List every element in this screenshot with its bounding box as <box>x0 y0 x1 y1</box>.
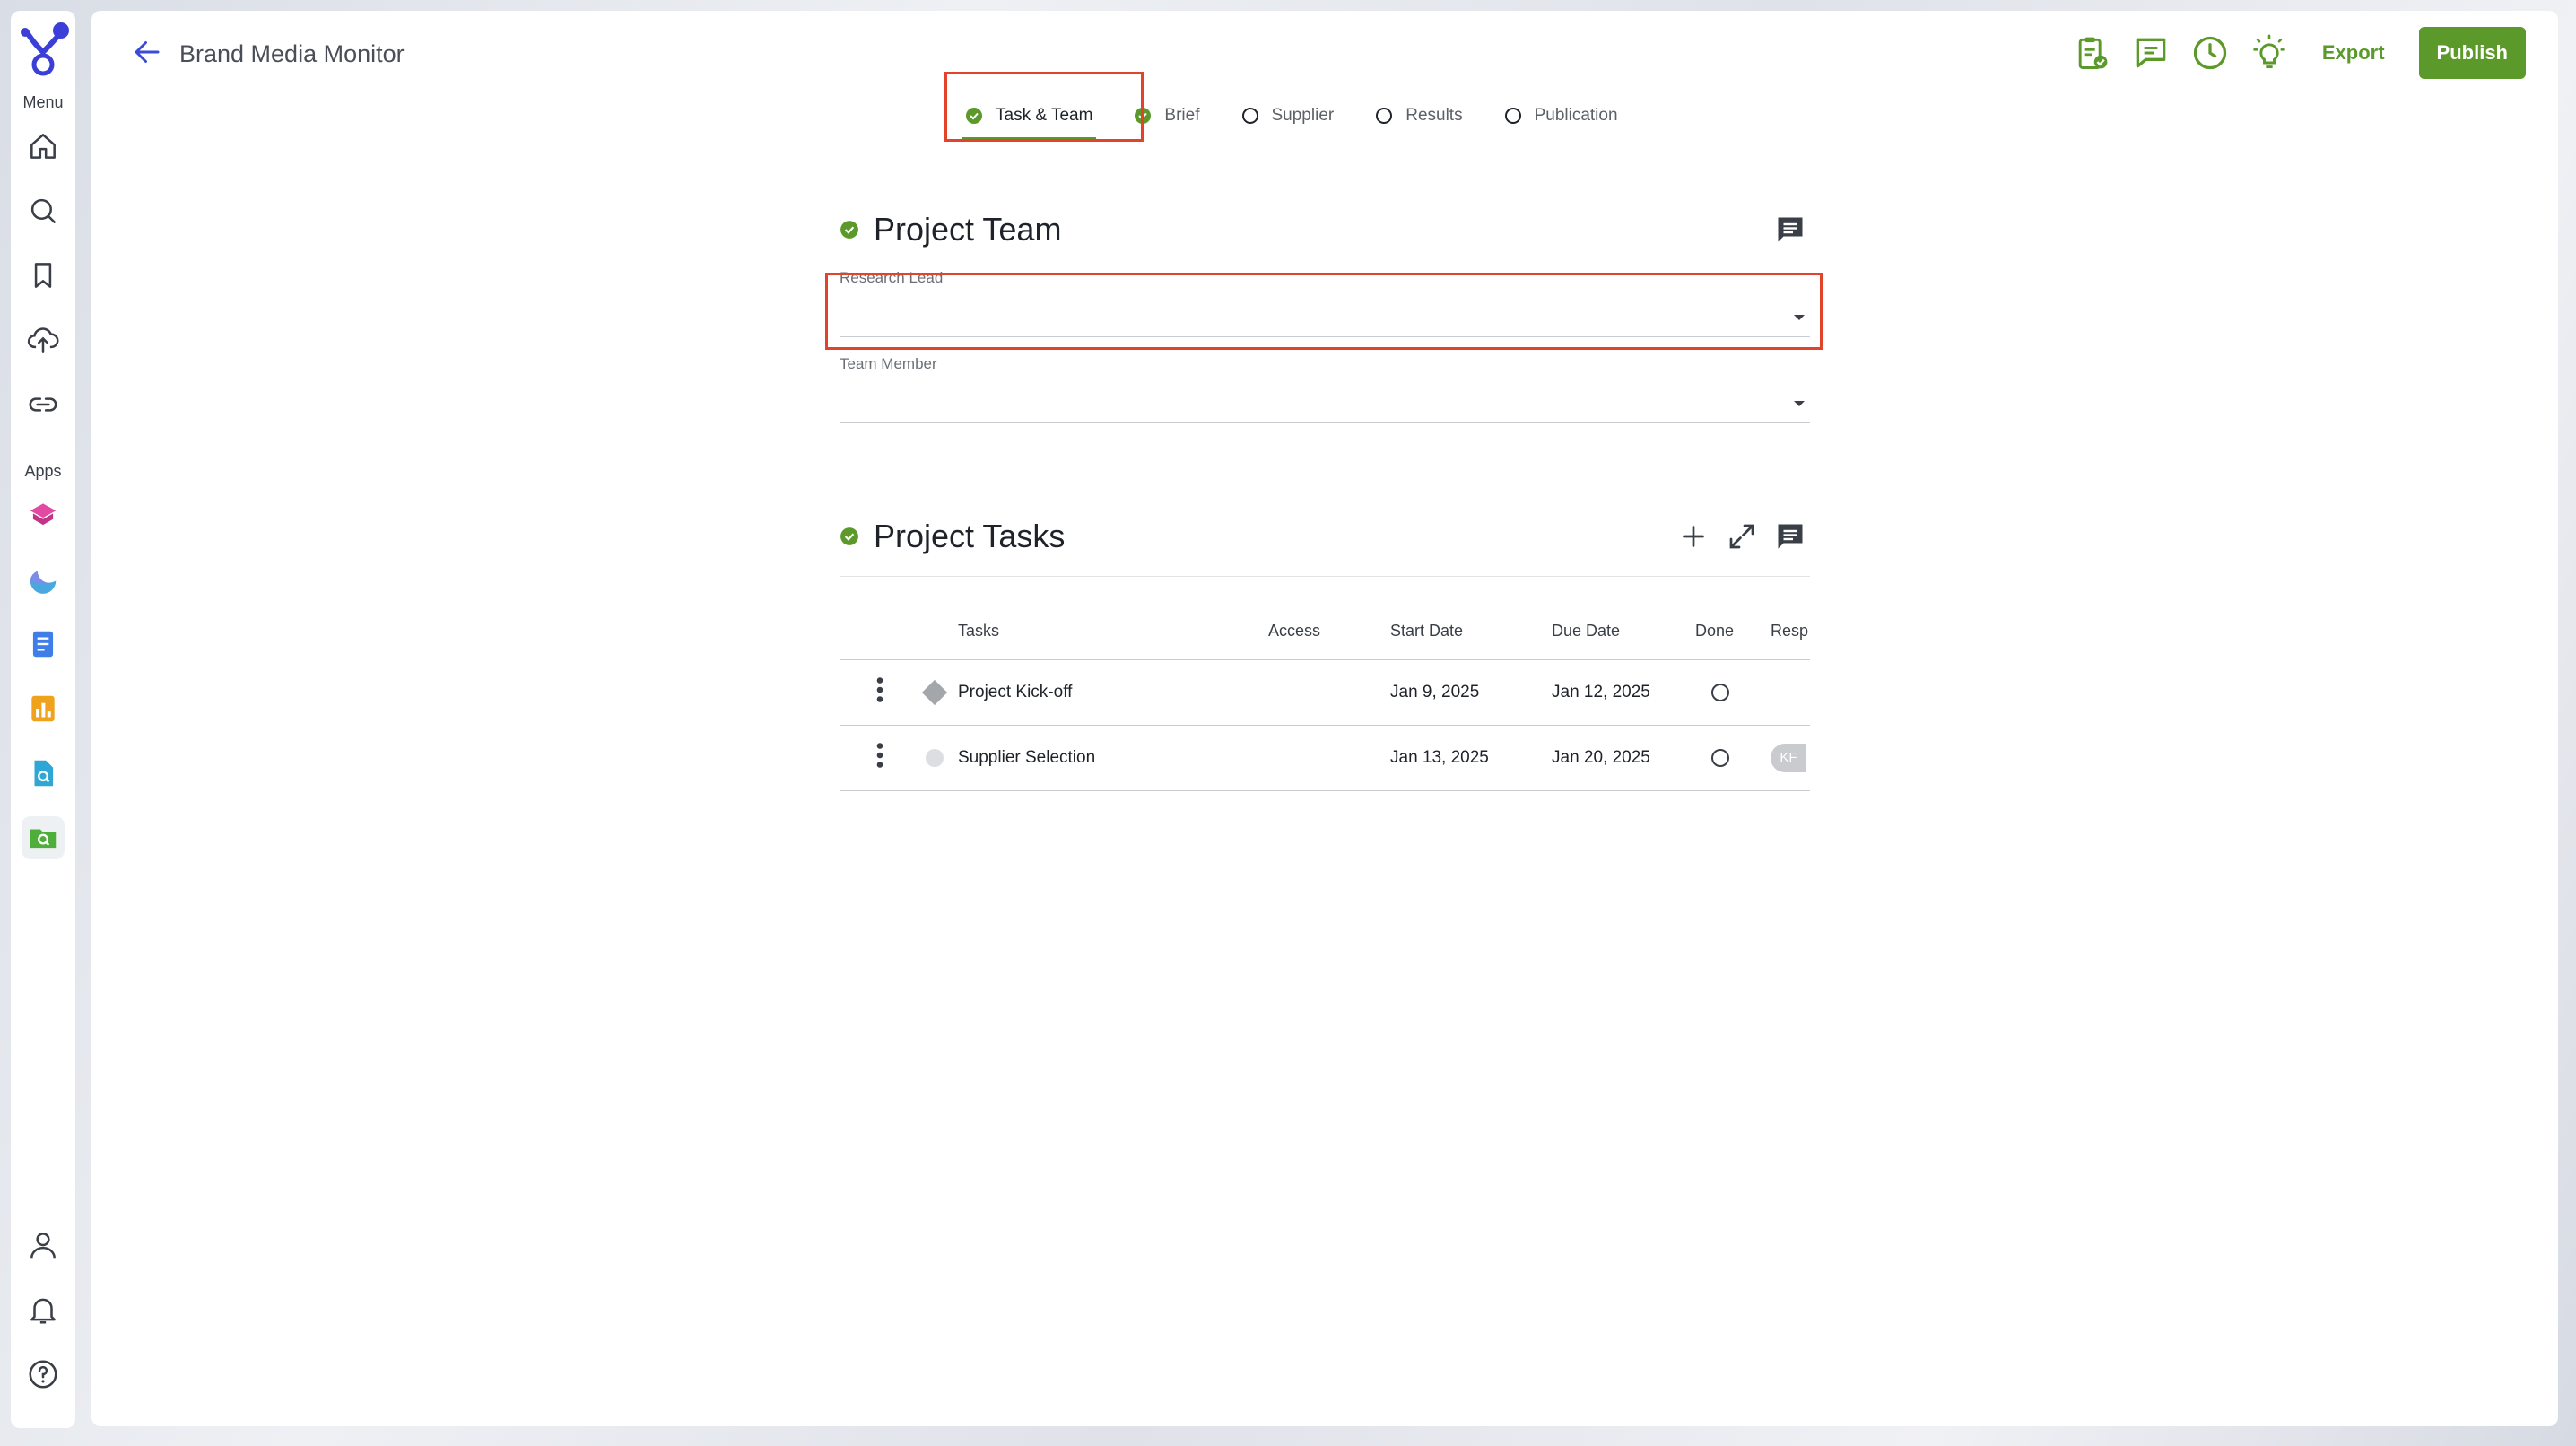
lightbulb-icon[interactable] <box>2247 30 2292 75</box>
tasks-table: Tasks Access Start Date Due Date Done Re… <box>840 604 1810 791</box>
document-app-icon[interactable] <box>22 623 65 666</box>
file-search-app-icon[interactable] <box>22 752 65 795</box>
page-title: Brand Media Monitor <box>179 40 405 67</box>
kebab-menu-icon[interactable] <box>875 676 884 709</box>
main-panel: Brand Media Monitor Export Publish Task … <box>91 11 2558 1426</box>
tab-label: Brief <box>1164 106 1200 125</box>
tab-label: Results <box>1405 106 1463 125</box>
check-circle-icon <box>840 527 858 545</box>
expand-icon[interactable] <box>1722 517 1762 556</box>
done-radio[interactable] <box>1711 748 1729 767</box>
chart-app-icon[interactable] <box>22 687 65 730</box>
bell-icon[interactable] <box>22 1288 65 1331</box>
tab-publication[interactable]: Publication <box>1492 84 1631 147</box>
empty-circle-icon <box>1376 108 1393 124</box>
clipboard-check-icon[interactable] <box>2069 30 2114 75</box>
wave-app-icon[interactable] <box>22 558 65 601</box>
section-title: Project Tasks <box>874 518 1066 554</box>
search-icon[interactable] <box>22 189 65 232</box>
task-start-date[interactable]: Jan 13, 2025 <box>1390 725 1552 791</box>
task-name[interactable]: Project Kick-off <box>958 659 1268 726</box>
help-icon[interactable] <box>22 1353 65 1396</box>
task-due-date[interactable]: Jan 12, 2025 <box>1552 659 1695 726</box>
done-radio[interactable] <box>1711 683 1729 701</box>
home-icon[interactable] <box>22 125 65 168</box>
task-access <box>1268 725 1390 791</box>
empty-circle-icon <box>1241 108 1258 124</box>
apps-section-label: Apps <box>24 462 62 480</box>
tab-label: Supplier <box>1271 106 1335 125</box>
table-row[interactable]: Supplier Selection Jan 13, 2025 Jan 20, … <box>840 725 1810 791</box>
upload-cloud-icon[interactable] <box>22 318 65 362</box>
column-header[interactable]: Access <box>1268 604 1390 660</box>
task-dot-icon <box>926 748 944 767</box>
comment-icon[interactable] <box>1771 210 1810 249</box>
back-arrow-icon[interactable] <box>131 36 163 73</box>
section-title: Project Team <box>874 211 1062 248</box>
task-access <box>1268 659 1390 726</box>
table-row[interactable]: Project Kick-off Jan 9, 2025 Jan 12, 202… <box>840 659 1810 726</box>
folder-search-app-icon[interactable] <box>22 816 65 859</box>
app-logo[interactable] <box>14 20 72 79</box>
table-header-row: Tasks Access Start Date Due Date Done Re… <box>840 604 1810 660</box>
column-header[interactable]: Resp <box>1771 604 1810 660</box>
highlight-research-lead <box>825 273 1823 350</box>
section-divider <box>840 576 1810 577</box>
column-header[interactable]: Due Date <box>1552 604 1695 660</box>
kebab-menu-icon[interactable] <box>875 742 884 774</box>
tab-supplier[interactable]: Supplier <box>1229 84 1347 147</box>
milestone-diamond-icon <box>921 679 948 705</box>
column-header[interactable]: Done <box>1695 604 1771 660</box>
task-start-date[interactable]: Jan 9, 2025 <box>1390 659 1552 726</box>
avatar[interactable]: KF <box>1771 743 1806 772</box>
dropdown-arrow-icon[interactable] <box>1794 401 1805 406</box>
team-member-select[interactable]: Team Member <box>840 355 1810 423</box>
export-button[interactable]: Export <box>2322 41 2385 65</box>
comment-icon[interactable] <box>1771 517 1810 556</box>
task-due-date[interactable]: Jan 20, 2025 <box>1552 725 1695 791</box>
empty-circle-icon <box>1504 108 1521 124</box>
check-circle-icon <box>840 221 858 239</box>
task-resp[interactable] <box>1771 659 1810 726</box>
column-header[interactable]: Start Date <box>1390 604 1552 660</box>
comment-icon[interactable] <box>2128 30 2173 75</box>
bookmark-icon[interactable] <box>22 254 65 297</box>
tab-label: Publication <box>1534 106 1618 125</box>
clock-icon[interactable] <box>2188 30 2232 75</box>
user-icon[interactable] <box>22 1224 65 1267</box>
box-app-icon[interactable] <box>22 493 65 536</box>
sidebar: Menu Apps <box>11 11 75 1428</box>
task-name[interactable]: Supplier Selection <box>958 725 1268 791</box>
publish-button[interactable]: Publish <box>2418 27 2526 79</box>
column-header[interactable]: Tasks <box>958 604 1268 660</box>
field-label: Team Member <box>840 355 937 372</box>
highlight-tab-task-team <box>944 72 1144 142</box>
link-icon[interactable] <box>22 383 65 426</box>
project-tasks-section: Project Tasks Tasks Access Start Date Du… <box>840 510 1810 791</box>
menu-section-label: Menu <box>22 93 64 111</box>
tab-results[interactable]: Results <box>1362 84 1475 147</box>
add-icon[interactable] <box>1674 517 1713 556</box>
